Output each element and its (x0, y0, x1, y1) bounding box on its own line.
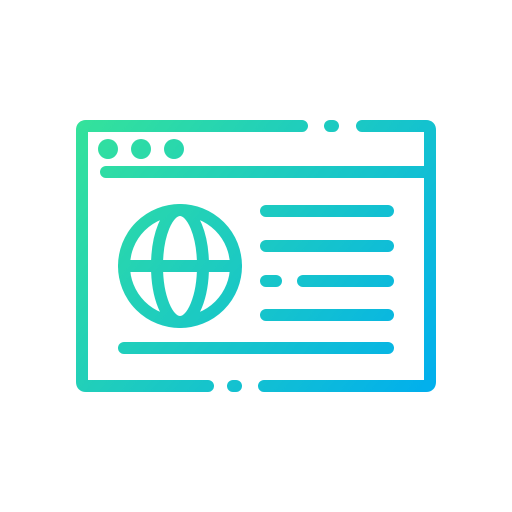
icon-canvas (0, 0, 512, 512)
browser-window-icon (76, 120, 436, 392)
globe-icon (118, 204, 242, 328)
window-dot-1 (98, 139, 118, 159)
window-dot-2 (131, 139, 151, 159)
window-dot-3 (164, 139, 184, 159)
